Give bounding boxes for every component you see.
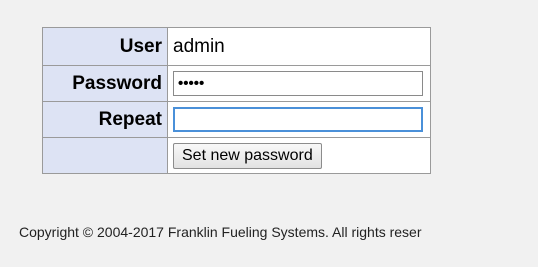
repeat-row: Repeat [42, 101, 431, 138]
user-value: admin [167, 27, 431, 66]
user-row: User admin [42, 27, 431, 66]
submit-row: Set new password [42, 137, 431, 174]
set-new-password-button[interactable]: Set new password [173, 142, 322, 169]
repeat-label: Repeat [42, 101, 168, 138]
empty-label-cell [42, 137, 168, 174]
user-label: User [42, 27, 168, 66]
copyright-text: Copyright © 2004-2017 Franklin Fueling S… [19, 224, 422, 240]
password-form: User admin Password Repeat Set new passw… [42, 27, 431, 174]
password-label: Password [42, 65, 168, 102]
password-row: Password [42, 65, 431, 102]
password-input[interactable] [173, 71, 423, 96]
repeat-password-input[interactable] [173, 107, 423, 132]
